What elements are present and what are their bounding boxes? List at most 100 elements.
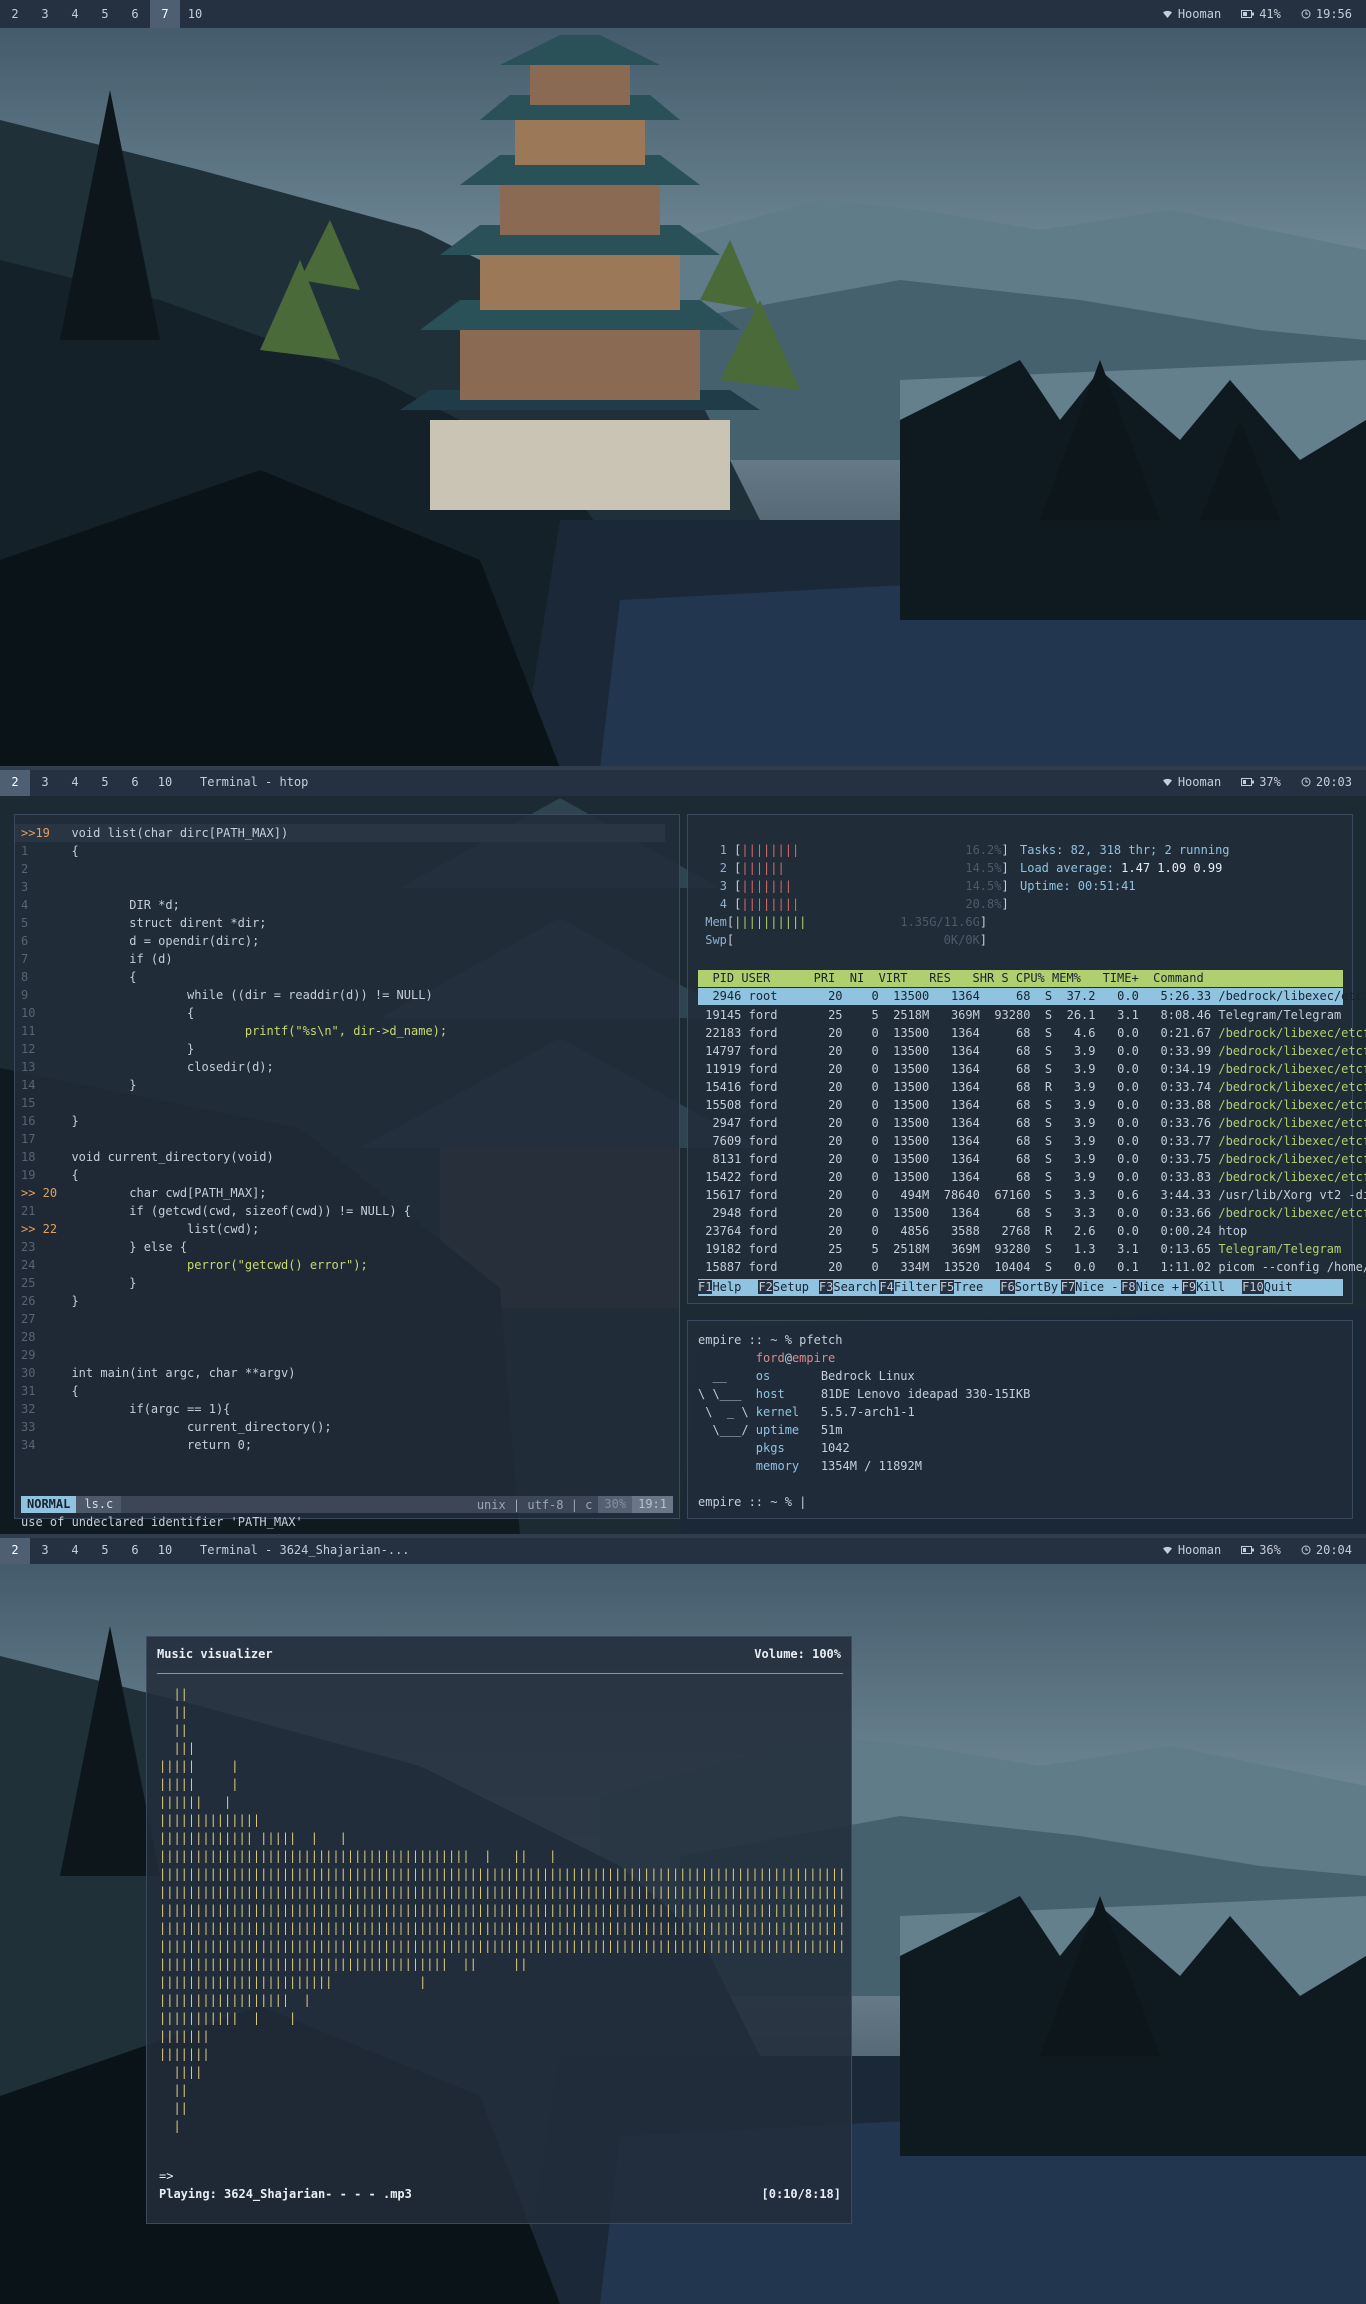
input-prompt[interactable]: =>	[159, 2169, 173, 2183]
process-shr: 68	[987, 989, 1031, 1003]
process-cpu: 3.9	[1059, 1152, 1096, 1166]
workspace-4[interactable]: 4	[60, 768, 90, 796]
visualizer-bar-row: ||	[159, 1705, 188, 1719]
line-number: 12	[21, 1042, 36, 1056]
shell-prompt[interactable]: empire :: ~ % |	[698, 1493, 806, 1511]
process-row[interactable]: 15617 ford 20 0 494M 78640 67160 S 3.3 0…	[698, 1186, 1366, 1204]
fkey-nice-key[interactable]: F8	[1121, 1280, 1136, 1294]
process-command: /bedrock/libexec/etcfs -o a	[1218, 1080, 1366, 1094]
fkey-help-label[interactable]: Help	[712, 1279, 758, 1296]
fkey-search-label[interactable]: Search	[833, 1279, 879, 1296]
process-row[interactable]: 14797 ford 20 0 13500 1364 68 S 3.9 0.0 …	[698, 1042, 1366, 1060]
workspace-10[interactable]: 10	[180, 0, 210, 28]
process-row[interactable]: 15887 ford 20 0 334M 13520 10404 S 0.0 0…	[698, 1258, 1366, 1276]
fkey-quit-label[interactable]: Quit	[1264, 1279, 1308, 1296]
workspace-2[interactable]: 2	[0, 768, 30, 796]
pfetch-logo-line: __	[698, 1369, 756, 1383]
mem-meter: Mem[|||||||||| 1.35G/11.6G]	[705, 915, 988, 929]
fkey-sortby-label[interactable]: SortBy	[1015, 1279, 1061, 1296]
fkey-nice-label[interactable]: Nice +	[1136, 1279, 1182, 1296]
process-mem: 0.0	[1102, 1206, 1139, 1220]
workspace-6[interactable]: 6	[120, 0, 150, 28]
workspace-4[interactable]: 4	[60, 0, 90, 28]
vim-editor-window[interactable]: >>19 void list(char dirc[PATH_MAX]) 1 {2 …	[14, 814, 680, 1529]
process-pid: 15887	[705, 1260, 742, 1274]
code-line: 21 if (getcwd(cwd, sizeof(cwd)) != NULL)…	[21, 1202, 411, 1220]
workspace-2[interactable]: 2	[0, 1536, 30, 1564]
workspace-5[interactable]: 5	[90, 1536, 120, 1564]
htop-uptime: Uptime: 00:51:41	[1020, 879, 1136, 893]
load-label: Load average:	[1020, 861, 1114, 875]
visualizer-bar-row: |||||||	[159, 2047, 210, 2061]
fkey-kill-key[interactable]: F9	[1181, 1280, 1197, 1294]
process-row[interactable]: 2947 ford 20 0 13500 1364 68 S 3.9 0.0 0…	[698, 1114, 1366, 1132]
process-row[interactable]: 19145 ford 25 5 2518M 369M 93280 S 26.1 …	[698, 1006, 1343, 1024]
music-visualizer-window[interactable]: Music visualizer Volume: 100% || || || |…	[146, 1636, 852, 2224]
workspace-4[interactable]: 4	[60, 1536, 90, 1564]
fkey-filter-key[interactable]: F4	[879, 1280, 894, 1294]
process-row[interactable]: 19182 ford 25 5 2518M 369M 93280 S 1.3 3…	[698, 1240, 1343, 1258]
fkey-filter-label[interactable]: Filter	[894, 1279, 940, 1296]
workspace-7[interactable]: 7	[150, 0, 180, 28]
code-line: 33 current_directory();	[21, 1418, 332, 1436]
line-number: 17	[21, 1132, 36, 1146]
fkey-search-key[interactable]: F3	[818, 1280, 834, 1294]
code-text: if(argc == 1){	[71, 1402, 231, 1416]
process-virt: 13500	[885, 1098, 930, 1112]
workspace-6[interactable]: 6	[120, 768, 150, 796]
fkey-nice-key[interactable]: F7	[1060, 1280, 1076, 1294]
pfetch-host: empire	[791, 1351, 836, 1365]
wifi-status[interactable]: Hooman	[1162, 775, 1221, 789]
process-row[interactable]: 23764 ford 20 0 4856 3588 2768 R 2.6 0.0…	[698, 1222, 1343, 1240]
process-row[interactable]: 2948 ford 20 0 13500 1364 68 S 3.3 0.0 0…	[698, 1204, 1366, 1222]
fkey-tree-key[interactable]: F5	[939, 1280, 955, 1294]
process-user: ford	[748, 1242, 807, 1256]
process-res: 1364	[936, 1080, 980, 1094]
pfetch-logo-line: \___/	[698, 1423, 756, 1437]
process-row[interactable]: 15508 ford 20 0 13500 1364 68 S 3.9 0.0 …	[698, 1096, 1366, 1114]
fkey-kill-label[interactable]: Kill	[1196, 1279, 1242, 1296]
pfetch-terminal[interactable]: empire :: ~ % pfetch ford@empire __ os B…	[687, 1320, 1353, 1519]
process-row[interactable]: 2946 root 20 0 13500 1364 68 S 37.2 0.0 …	[698, 988, 1366, 1005]
code-text: void current_directory(void)	[71, 1150, 274, 1164]
process-ni: 0	[849, 1152, 879, 1166]
fkey-nice-label[interactable]: Nice -	[1075, 1279, 1121, 1296]
process-row[interactable]: 15416 ford 20 0 13500 1364 68 R 3.9 0.0 …	[698, 1078, 1366, 1096]
process-row[interactable]: 7609 ford 20 0 13500 1364 68 S 3.9 0.0 0…	[698, 1132, 1366, 1150]
workspace-5[interactable]: 5	[90, 768, 120, 796]
process-row[interactable]: 11919 ford 20 0 13500 1364 68 S 3.9 0.0 …	[698, 1060, 1366, 1078]
fkey-setup-key[interactable]: F2	[758, 1280, 773, 1294]
process-row[interactable]: 15422 ford 20 0 13500 1364 68 S 3.9 0.0 …	[698, 1168, 1366, 1186]
wifi-status[interactable]: Hooman	[1162, 1543, 1221, 1557]
workspace-3[interactable]: 3	[30, 768, 60, 796]
code-line: 10 {	[21, 1004, 194, 1022]
fkey-setup-label[interactable]: Setup	[773, 1279, 819, 1296]
process-pid: 15508	[705, 1098, 742, 1112]
wifi-status[interactable]: Hooman	[1162, 7, 1221, 21]
process-row[interactable]: 22183 ford 20 0 13500 1364 68 S 4.6 0.0 …	[698, 1024, 1366, 1042]
fkey-quit-key[interactable]: F10	[1242, 1280, 1264, 1294]
htop-window[interactable]: 1 [|||||||| 16.2%] 2 [|||||| 14.5%] 3 [|…	[687, 814, 1366, 1304]
workspace-2[interactable]: 2	[0, 0, 30, 28]
desktop-screen-2: 2 3 4 5 6 10 Terminal - htop Hooman 37% 20:03…	[0, 768, 1366, 1536]
process-res: 1364	[936, 1206, 980, 1220]
visualizer-bar-row: ||||||||||||||||||||||||||||||||||||||||…	[159, 1957, 528, 1971]
workspace-3[interactable]: 3	[30, 1536, 60, 1564]
process-mem: 0.0	[1102, 1224, 1139, 1238]
workspace-10[interactable]: 10	[150, 1536, 180, 1564]
pfetch-logo-line: \ \___	[698, 1387, 756, 1401]
code-line: 3	[21, 878, 71, 896]
process-virt: 13500	[885, 1116, 930, 1130]
workspace-5[interactable]: 5	[90, 0, 120, 28]
workspace-6[interactable]: 6	[120, 1536, 150, 1564]
visualizer-bar-row: ||||||||||||||||||||||||||||||||||||||||…	[159, 1849, 557, 1863]
fkey-sortby-key[interactable]: F6	[1000, 1280, 1015, 1294]
workspace-10[interactable]: 10	[150, 768, 180, 796]
visualizer-bar-row: |||||||	[159, 2029, 210, 2043]
process-cpu: 37.2	[1059, 989, 1096, 1003]
workspace-3[interactable]: 3	[30, 0, 60, 28]
htop-column-header[interactable]: PID USER PRI NI VIRT RES SHR S CPU% MEM%…	[698, 970, 1343, 987]
fkey-help-key[interactable]: F1	[698, 1280, 713, 1294]
fkey-tree-label[interactable]: Tree	[954, 1279, 1000, 1296]
process-row[interactable]: 8131 ford 20 0 13500 1364 68 S 3.9 0.0 0…	[698, 1150, 1366, 1168]
